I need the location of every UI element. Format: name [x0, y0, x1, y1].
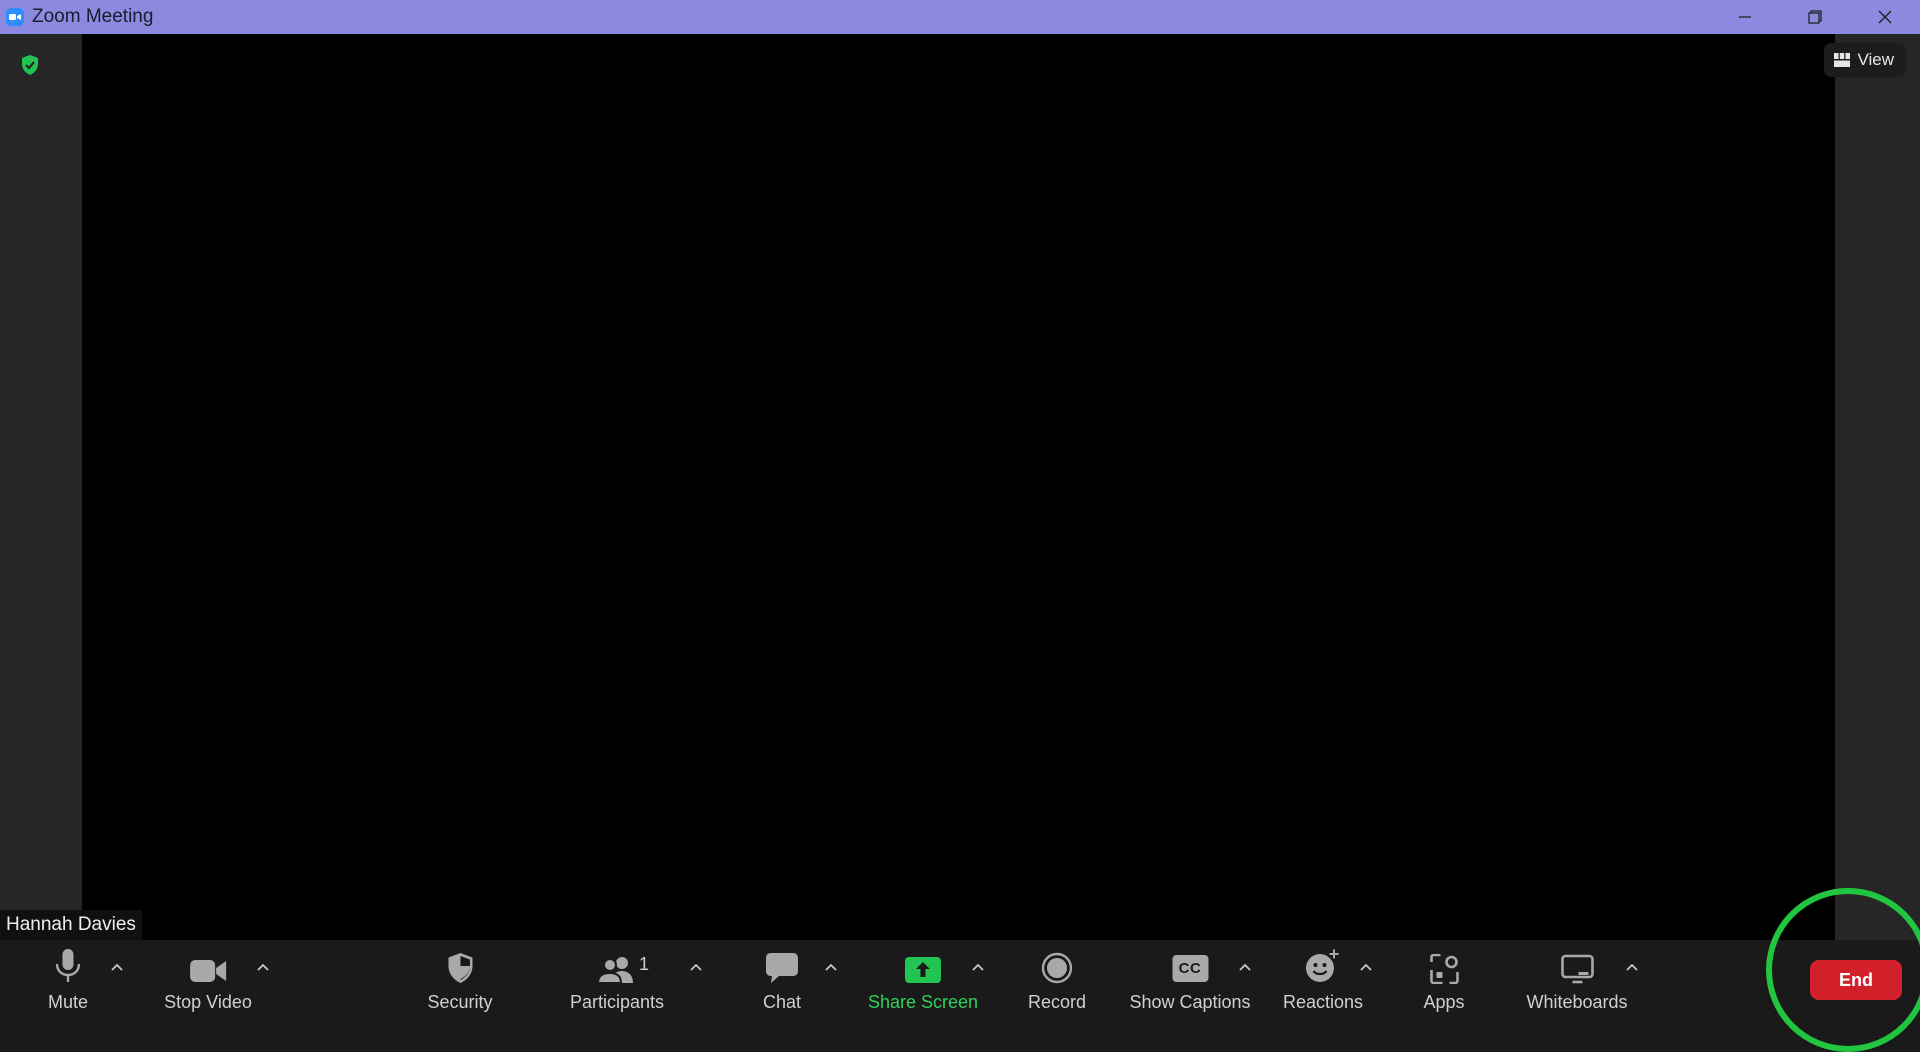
grid-view-icon	[1834, 53, 1851, 67]
share-screen-icon	[904, 957, 941, 983]
chat-bubble-icon	[766, 953, 798, 983]
participants-icon	[596, 957, 633, 984]
restore-icon	[1808, 10, 1822, 24]
window-title: Zoom Meeting	[32, 6, 154, 27]
close-icon	[1878, 10, 1892, 24]
whiteboards-options-caret[interactable]	[1622, 957, 1642, 977]
participants-label: Participants	[569, 992, 665, 1012]
chevron-up-icon	[111, 963, 123, 971]
stop-video-label: Stop Video	[164, 992, 252, 1012]
microphone-icon	[55, 949, 81, 982]
show-captions-label: Show Captions	[1129, 992, 1251, 1012]
shield-icon	[448, 953, 472, 983]
chevron-up-icon	[825, 963, 837, 971]
view-button[interactable]: View	[1824, 43, 1906, 77]
security-status-button[interactable]	[20, 54, 40, 81]
participant-count: 1	[638, 954, 650, 974]
captions-options-caret[interactable]	[1235, 957, 1255, 977]
reactions-label: Reactions	[1282, 992, 1364, 1012]
record-button[interactable]: Record	[1028, 940, 1086, 1020]
chat-options-caret[interactable]	[821, 957, 841, 977]
zoom-camera-icon	[6, 8, 24, 26]
security-label: Security	[427, 992, 493, 1012]
restore-button[interactable]	[1780, 0, 1850, 34]
window-controls	[1710, 0, 1920, 34]
audio-options-caret[interactable]	[107, 957, 127, 977]
minimize-icon	[1739, 16, 1751, 18]
minimize-button[interactable]	[1710, 0, 1780, 34]
share-screen-label: Share Screen	[867, 992, 979, 1012]
mute-button[interactable]: Mute	[48, 940, 88, 1020]
security-button[interactable]: Security	[427, 940, 493, 1020]
apps-label: Apps	[1423, 992, 1465, 1012]
stop-video-button[interactable]: Stop Video	[164, 940, 252, 1020]
chevron-up-icon	[1239, 963, 1251, 971]
left-panel	[0, 34, 82, 940]
smiley-add-icon	[1305, 948, 1340, 982]
shield-check-icon	[22, 55, 38, 75]
participants-button[interactable]: 1 Participants	[570, 940, 664, 1020]
meeting-toolbar: Mute Stop Video Security 1 Participants …	[0, 940, 1920, 1020]
participants-options-caret[interactable]	[686, 957, 706, 977]
video-area[interactable]	[82, 34, 1835, 940]
whiteboards-label: Whiteboards	[1526, 992, 1628, 1012]
reactions-options-caret[interactable]	[1356, 957, 1376, 977]
apps-button[interactable]: Apps	[1423, 940, 1465, 1020]
apps-icon	[1429, 954, 1459, 984]
video-camera-icon	[190, 960, 226, 982]
whiteboard-icon	[1560, 954, 1594, 984]
chevron-up-icon	[972, 963, 984, 971]
video-options-caret[interactable]	[253, 957, 273, 977]
whiteboards-button[interactable]: Whiteboards	[1526, 940, 1628, 1020]
right-panel: View	[1824, 34, 1920, 940]
end-meeting-button[interactable]: End	[1810, 960, 1902, 1000]
share-screen-button[interactable]: Share Screen	[868, 940, 978, 1020]
reactions-button[interactable]: Reactions	[1283, 940, 1363, 1020]
view-label: View	[1857, 50, 1894, 69]
participant-name-tag: Hannah Davies	[0, 910, 142, 940]
record-icon	[1041, 952, 1073, 984]
chevron-up-icon	[690, 963, 702, 971]
chat-label: Chat	[762, 992, 802, 1012]
chevron-up-icon	[1360, 963, 1372, 971]
chat-button[interactable]: Chat	[763, 940, 801, 1020]
close-button[interactable]	[1850, 0, 1920, 34]
chevron-up-icon	[257, 963, 269, 971]
closed-captions-icon: CC	[1171, 955, 1208, 982]
captions-badge-text: CC	[1178, 960, 1202, 977]
chevron-up-icon	[1626, 963, 1638, 971]
share-options-caret[interactable]	[968, 957, 988, 977]
title-bar: Zoom Meeting	[0, 0, 1920, 34]
show-captions-button[interactable]: CC Show Captions	[1129, 940, 1251, 1020]
record-label: Record	[1027, 992, 1087, 1012]
mute-label: Mute	[47, 992, 89, 1012]
